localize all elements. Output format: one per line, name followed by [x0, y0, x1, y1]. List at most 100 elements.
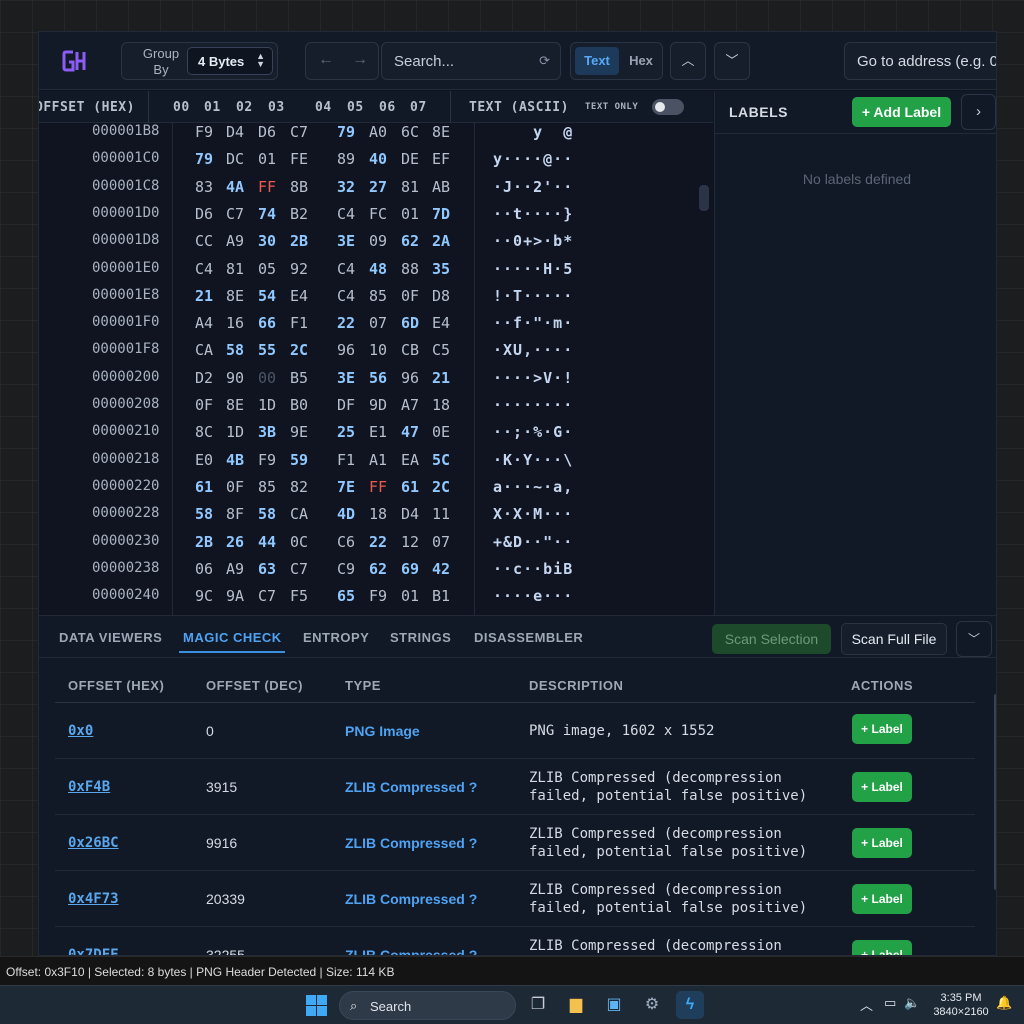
hex-byte[interactable]: 7E [337, 478, 355, 496]
hex-byte[interactable]: 66 [258, 314, 276, 332]
hex-row[interactable]: 00000228 58 8F 58 CA 4D 18 D4 11 X·X·M··· [39, 500, 713, 527]
ascii-text[interactable]: y @ [493, 123, 573, 141]
hex-byte[interactable]: A0 [369, 123, 387, 141]
hex-byte[interactable]: 69 [401, 560, 419, 578]
hex-byte[interactable]: 2C [432, 478, 450, 496]
hex-byte[interactable]: C4 [195, 260, 213, 278]
hex-byte[interactable]: 4D [337, 505, 355, 523]
hex-byte[interactable]: 42 [432, 560, 450, 578]
hex-row[interactable]: 00000240 9C 9A C7 F5 65 F9 01 B1 ····e··· [39, 582, 713, 609]
hex-byte[interactable]: 8F [226, 505, 244, 523]
hex-row[interactable]: 000001D8 CC A9 30 2B 3E 09 62 2A ··0+>·b* [39, 227, 713, 254]
hex-byte[interactable]: 7D [432, 205, 450, 223]
hex-byte[interactable]: A9 [226, 560, 244, 578]
tab-disassembler[interactable]: DISASSEMBLER [474, 630, 583, 645]
collapse-panel-button[interactable]: › [961, 94, 996, 130]
hex-byte[interactable]: E4 [290, 287, 308, 305]
hex-byte[interactable]: 56 [369, 369, 387, 387]
hex-byte[interactable]: 44 [258, 533, 276, 551]
hex-byte[interactable]: 81 [401, 178, 419, 196]
hex-byte[interactable]: B0 [290, 396, 308, 414]
ascii-text[interactable]: y····@·· [493, 150, 573, 168]
ascii-text[interactable]: ··0+>·b* [493, 232, 573, 250]
ascii-text[interactable]: ··;·%·G· [493, 423, 573, 441]
ascii-text[interactable]: a···~·a, [493, 478, 573, 496]
hex-byte[interactable]: 22 [337, 314, 355, 332]
taskbar-search[interactable]: ⌕ Search [339, 991, 516, 1020]
ascii-text[interactable]: ··c··biB [493, 560, 573, 578]
hex-row[interactable]: 00000210 8C 1D 3B 9E 25 E1 47 0E ··;·%·G· [39, 418, 713, 445]
tab-strings[interactable]: STRINGS [390, 630, 451, 645]
hex-editor-taskbar-icon[interactable]: ϟ [676, 991, 704, 1019]
hex-byte[interactable]: 88 [401, 260, 419, 278]
hex-row[interactable]: 000001E0 C4 81 05 92 C4 48 88 35 ·····H·5 [39, 255, 713, 282]
tab-entropy[interactable]: ENTROPY [303, 630, 369, 645]
hex-byte[interactable]: 01 [258, 150, 276, 168]
store-icon[interactable]: ▣ [600, 991, 628, 1019]
hex-byte[interactable]: D2 [195, 369, 213, 387]
hex-byte[interactable]: 0C [290, 533, 308, 551]
hex-byte[interactable]: 0F [195, 396, 213, 414]
hex-byte[interactable]: 63 [258, 560, 276, 578]
arrow-right-icon[interactable]: → [352, 51, 368, 69]
hex-byte[interactable]: 59 [290, 451, 308, 469]
hex-byte[interactable]: 21 [195, 287, 213, 305]
hex-byte[interactable]: B1 [432, 587, 450, 605]
hex-byte[interactable]: 2A [432, 232, 450, 250]
ascii-text[interactable]: +&D··"·· [493, 533, 573, 551]
search-input[interactable]: Search... ⟳ [381, 42, 561, 80]
scan-options-button[interactable]: ﹀ [956, 621, 992, 657]
settings-icon[interactable]: ⚙ [638, 991, 666, 1019]
ascii-text[interactable]: X·X·M··· [493, 505, 573, 523]
hex-byte[interactable]: A7 [401, 396, 419, 414]
hex-byte[interactable]: B5 [290, 369, 308, 387]
add-label-row-button[interactable]: + Label [852, 828, 912, 858]
hex-byte[interactable]: 61 [195, 478, 213, 496]
hex-byte[interactable]: 6D [401, 314, 419, 332]
hex-byte[interactable]: 40 [369, 150, 387, 168]
hex-byte[interactable]: 22 [369, 533, 387, 551]
hex-byte[interactable]: C4 [337, 205, 355, 223]
offset-hex-link[interactable]: 0xF4B [68, 779, 110, 795]
hex-byte[interactable]: 92 [290, 260, 308, 278]
hex-byte[interactable]: F5 [290, 587, 308, 605]
hex-byte[interactable]: D4 [401, 505, 419, 523]
hex-byte[interactable]: 16 [226, 314, 244, 332]
chevron-up-button[interactable]: ︿ [670, 42, 706, 80]
hex-byte[interactable]: C7 [258, 587, 276, 605]
hex-byte[interactable]: 8B [290, 178, 308, 196]
hex-row[interactable]: 00000220 61 0F 85 82 7E FF 61 2C a···~·a, [39, 473, 713, 500]
chevron-down-button[interactable]: ﹀ [714, 42, 750, 80]
hex-byte[interactable]: D6 [195, 205, 213, 223]
hex-byte[interactable]: 1D [226, 423, 244, 441]
hex-byte[interactable]: CA [290, 505, 308, 523]
hex-byte[interactable]: 12 [401, 533, 419, 551]
ascii-text[interactable]: ····>V·! [493, 369, 573, 387]
ascii-text[interactable]: ········ [493, 396, 573, 414]
ascii-text[interactable]: !·T····· [493, 287, 573, 305]
hex-byte[interactable]: 96 [401, 369, 419, 387]
hex-byte[interactable]: 58 [258, 505, 276, 523]
mode-hex-button[interactable]: Hex [619, 47, 663, 75]
hex-byte[interactable]: 8E [226, 287, 244, 305]
hex-byte[interactable]: 90 [226, 369, 244, 387]
hex-byte[interactable]: EF [432, 150, 450, 168]
hex-byte[interactable]: FC [369, 205, 387, 223]
hex-row[interactable]: 000001C8 83 4A FF 8B 32 27 81 AB ·J··2'·· [39, 173, 713, 200]
scan-full-file-button[interactable]: Scan Full File [841, 623, 947, 655]
hex-byte[interactable]: FF [369, 478, 387, 496]
offset-hex-link[interactable]: 0x4F73 [68, 891, 119, 907]
hex-byte[interactable]: AB [432, 178, 450, 196]
hex-byte[interactable]: 81 [226, 260, 244, 278]
hex-byte[interactable]: 25 [337, 423, 355, 441]
hex-byte[interactable]: 82 [290, 478, 308, 496]
hex-byte[interactable]: 3E [337, 232, 355, 250]
hex-byte[interactable]: 07 [432, 533, 450, 551]
add-label-row-button[interactable]: + Label [852, 714, 912, 744]
hex-row[interactable]: 000001D0 D6 C7 74 B2 C4 FC 01 7D ··t····} [39, 200, 713, 227]
hex-byte[interactable]: 18 [369, 505, 387, 523]
network-icon[interactable]: ▭ [884, 995, 896, 1011]
offset-hex-link[interactable]: 0x7DFF [68, 947, 119, 955]
hex-byte[interactable]: 0E [432, 423, 450, 441]
hex-byte[interactable]: 85 [258, 478, 276, 496]
